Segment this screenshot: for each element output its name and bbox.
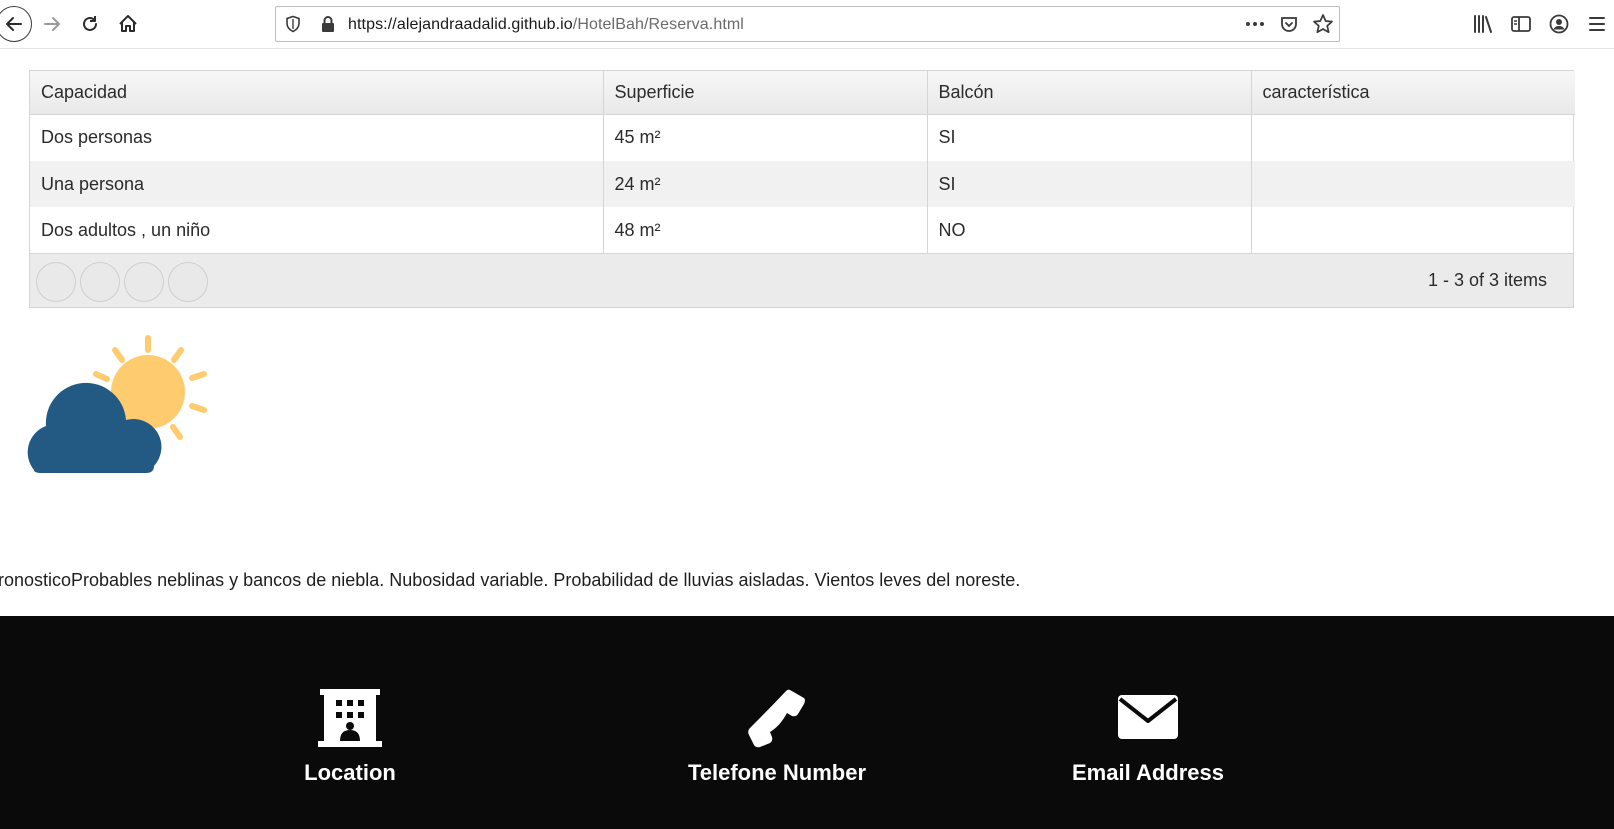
account-button[interactable] (1546, 11, 1572, 37)
sidebar-button[interactable] (1508, 11, 1534, 37)
footer-location-label: Location (304, 760, 396, 785)
more-icon (1246, 22, 1264, 26)
url-host: https://alejandraadalid.github.io (348, 16, 573, 33)
table-cell (1251, 207, 1575, 253)
pager-first-button[interactable] (36, 262, 76, 302)
table-cell: 48 m² (603, 207, 928, 253)
partly-cloudy-icon (27, 335, 207, 473)
menu-button[interactable] (1584, 11, 1610, 37)
back-button[interactable] (0, 6, 32, 42)
envelope-icon (1118, 695, 1178, 739)
table-cell (1251, 161, 1575, 207)
column-header[interactable]: Capacidad (30, 71, 604, 115)
account-icon (1549, 14, 1569, 34)
table-cell: Dos adultos , un niño (30, 207, 604, 253)
footer-email[interactable]: Email Address (1018, 684, 1278, 786)
table-cell: SI (927, 161, 1252, 207)
footer-phone-label: Telefone Number (687, 760, 867, 785)
pager-prev-button[interactable] (80, 262, 120, 302)
table-row[interactable]: Dos personas 45 m² SI (30, 114, 1575, 161)
footer-email-label: Email Address (1071, 760, 1225, 785)
site-footer: Location Telefone Number Email Address (0, 616, 1614, 829)
pager-next-button[interactable] (124, 262, 164, 302)
reload-icon (83, 16, 97, 31)
table-cell: SI (927, 114, 1252, 161)
table-row[interactable]: Una persona 24 m² SI (30, 161, 1575, 207)
tracking-shield-icon[interactable] (284, 15, 302, 38)
table-cell: Una persona (30, 161, 604, 207)
pager-last-button[interactable] (168, 262, 208, 302)
rooms-grid: Capacidad Superficie Balcón característi… (29, 70, 1575, 308)
table-cell: Dos personas (30, 114, 604, 161)
lock-icon[interactable] (320, 15, 336, 38)
browser-toolbar: https://alejandraadalid.github.io/HotelB… (0, 0, 1614, 49)
phone-icon (748, 689, 805, 748)
pocket-icon (1281, 17, 1297, 32)
table-row[interactable]: Dos adultos , un niño 48 m² NO (30, 207, 1575, 253)
table-cell (1251, 114, 1575, 161)
address-bar[interactable]: https://alejandraadalid.github.io/HotelB… (275, 6, 1340, 42)
url-path: /HotelBah/Reserva.html (572, 16, 744, 33)
table-cell: 45 m² (603, 114, 928, 161)
arrow-right-icon (44, 17, 60, 31)
footer-location[interactable]: Location (220, 684, 480, 786)
page-actions-button[interactable] (1243, 12, 1267, 36)
footer-phone[interactable]: Telefone Number (647, 684, 907, 786)
pager-info: 1 - 3 of 3 items (1427, 270, 1547, 290)
star-icon (1313, 14, 1333, 34)
table-cell: 24 m² (603, 161, 928, 207)
column-header[interactable]: característica (1251, 71, 1575, 115)
building-icon (318, 689, 382, 747)
forward-button[interactable] (36, 8, 68, 40)
grid-pager: 1 - 3 of 3 items (30, 253, 1573, 307)
home-icon (119, 15, 137, 32)
weather-forecast: ronosticoProbables neblinas y bancos de … (0, 570, 1021, 590)
reload-button[interactable] (74, 8, 106, 40)
hamburger-icon (1589, 17, 1605, 31)
column-header[interactable]: Balcón (927, 71, 1252, 115)
pocket-button[interactable] (1277, 12, 1301, 36)
table-header-row: Capacidad Superficie Balcón característi… (30, 71, 1575, 115)
library-icon (1474, 15, 1492, 33)
home-button[interactable] (112, 8, 144, 40)
column-header[interactable]: Superficie (603, 71, 928, 115)
sidebar-icon (1511, 16, 1531, 32)
table-cell: NO (927, 207, 1252, 253)
bookmark-star-button[interactable] (1311, 12, 1335, 36)
url-text[interactable]: https://alejandraadalid.github.io/HotelB… (348, 16, 744, 34)
library-button[interactable] (1470, 11, 1496, 37)
arrow-left-icon (6, 17, 22, 31)
